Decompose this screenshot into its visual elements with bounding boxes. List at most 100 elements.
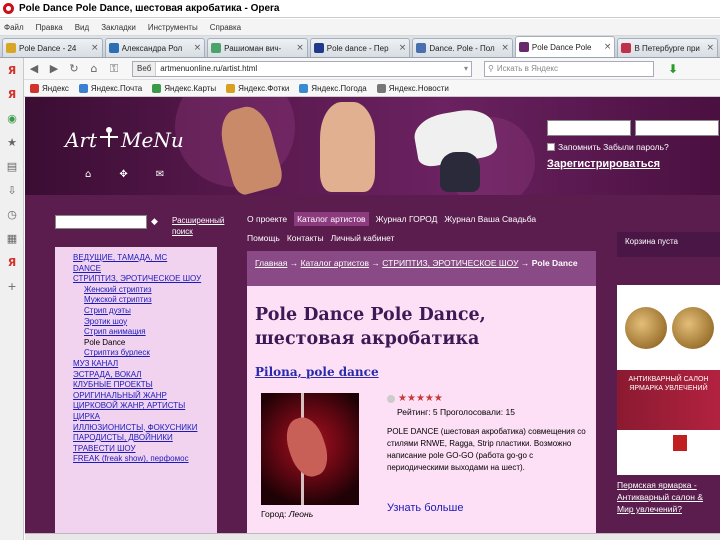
category-subitem[interactable]: Стрип дуэты [73,306,217,317]
category-item[interactable]: ИЛЛЮЗИОНИСТЫ, ФОКУСНИКИ [73,423,217,434]
category-item[interactable]: ВЕДУЩИЕ, ТАМАДА, МС [73,253,217,264]
bookmarks-icon[interactable]: Я [0,82,24,106]
sitemap-icon[interactable]: ✥ [119,169,127,180]
yandex-mail-icon[interactable]: Я [0,250,24,274]
remember-me[interactable]: Запомнить Забыли пароль? [547,142,669,152]
star-icon[interactable]: ★ [0,130,24,154]
category-item[interactable]: МУЗ КАНАЛ [73,359,217,370]
tab-close-icon[interactable]: × [296,43,304,53]
bookmark-item[interactable]: Яндекс [30,83,69,93]
download-arrow-icon[interactable]: ⬇ [668,62,680,76]
home-icon[interactable]: ⌂ [84,60,104,78]
nav-account[interactable]: Личный кабинет [331,231,395,245]
breadcrumb-catalog[interactable]: Каталог артистов [301,258,369,268]
ad-link[interactable]: Пермская ярмарка - Антикварный салон & М… [617,479,720,515]
bookmark-item[interactable]: Яндекс.Карты [152,83,216,93]
tab-close-icon[interactable]: × [91,43,99,53]
bookmark-item[interactable]: Яндекс.Погода [299,83,367,93]
web-search-field[interactable]: ⚲ Искать в Яндекс [484,60,654,77]
browser-tab[interactable]: Pole Dance - 24 × [2,38,103,57]
history-icon[interactable]: ◷ [0,202,24,226]
rating-star-icon[interactable]: ★ [407,393,416,404]
tab-close-icon[interactable]: × [399,43,407,53]
category-subitem[interactable]: Pole Dance [73,338,217,349]
tab-close-icon[interactable]: × [604,42,612,52]
nav-help[interactable]: Помощь [247,231,280,245]
menu-edit[interactable]: Правка [36,23,63,32]
category-item[interactable]: ЦИРКА [73,412,217,423]
menu-bookmarks[interactable]: Закладки [101,23,136,32]
browser-tab[interactable]: Александра Рол × [104,38,206,57]
nav-magazine-wedding[interactable]: Журнал Ваша Свадьба [444,212,536,226]
browser-tab[interactable]: Dance. Pole - Пол × [412,38,513,57]
bookmark-item[interactable]: Яндекс.Новости [376,83,449,93]
remember-checkbox[interactable] [547,143,555,151]
tab-close-icon[interactable]: × [707,43,715,53]
menu-view[interactable]: Вид [75,23,89,32]
rating-reset-icon[interactable] [387,394,395,403]
category-subitem[interactable]: Эротик шоу [73,317,217,328]
browser-tab[interactable]: Рашиоман вич- × [207,38,308,57]
rating-star-icon[interactable]: ★ [425,393,434,404]
category-item[interactable]: КЛУБНЫЕ ПРОЕКТЫ [73,380,217,391]
home-icon[interactable]: ⌂ [85,169,91,180]
notes-icon[interactable]: ▤ [0,154,24,178]
nav-magazine-city[interactable]: Журнал ГОРОД [376,212,438,226]
menu-help[interactable]: Справка [210,23,241,32]
back-icon[interactable]: ◀ [24,60,44,78]
category-item[interactable]: ОРИГИНАЛЬНЫЙ ЖАНР [73,391,217,402]
horizontal-scrollbar[interactable] [25,533,720,540]
login-username-input[interactable] [547,120,631,136]
reload-icon[interactable]: ↻ [64,60,84,78]
category-subitem[interactable]: Мужской стриптиз [73,295,217,306]
speed-dial-icon[interactable]: ◉ [0,106,24,130]
category-item[interactable]: ЦИРКОВОЙ ЖАНР, АРТИСТЫ [73,401,217,412]
key-icon[interactable]: ⚿ [104,60,124,78]
nav-catalog[interactable]: Каталог артистов [294,211,369,226]
register-link[interactable]: Зарегистрироваться [547,158,660,170]
category-item[interactable]: DANCE [73,264,217,275]
rating-stars[interactable]: ★ ★ ★ ★ ★ [387,393,443,404]
browser-tab[interactable]: Pole dance - Пер × [309,38,411,57]
tab-close-icon[interactable]: × [194,43,202,53]
address-url[interactable]: artmenuonline.ru/artist.html [156,64,464,73]
category-subitem[interactable]: Стрип анимация [73,327,217,338]
forward-icon[interactable]: ▶ [44,60,64,78]
menu-file[interactable]: Файл [4,23,24,32]
nav-contacts[interactable]: Контакты [287,231,324,245]
nav-about[interactable]: О проекте [247,212,287,226]
tab-close-icon[interactable]: × [501,43,509,53]
rating-star-icon[interactable]: ★ [434,393,443,404]
learn-more-link[interactable]: Узнать больше [387,502,463,514]
menu-tools[interactable]: Инструменты [148,23,198,32]
ad-banner[interactable]: АНТИКВАРНЫЙ САЛОН ЯРМАРКА УВЛЕЧЕНИЙ [617,285,720,475]
artist-photo[interactable] [261,393,359,505]
bookmark-star-icon[interactable]: ▾ [464,64,471,73]
browser-tab[interactable]: В Петербурге при × [617,38,719,57]
address-bar[interactable]: Веб artmenuonline.ru/artist.html ▾ [132,60,472,77]
panels-icon[interactable]: ▦ [0,226,24,250]
remember-label[interactable]: Запомнить Забыли пароль? [558,142,669,152]
login-password-input[interactable] [635,120,719,136]
rating-star-icon[interactable]: ★ [416,393,425,404]
breadcrumb-home[interactable]: Главная [255,258,287,268]
category-item[interactable]: ТРАВЕСТИ ШОУ [73,444,217,455]
yandex-icon[interactable]: Я [0,58,24,82]
search-go-icon[interactable]: ◆ [151,217,158,227]
advanced-search-link[interactable]: Расширенный поиск [172,215,234,237]
site-logo[interactable]: Art MeNu [65,127,184,153]
site-search-input[interactable] [55,215,147,229]
bookmark-item[interactable]: Яндекс.Почта [78,83,142,93]
add-panel-icon[interactable]: + [0,274,24,298]
browser-tab-active[interactable]: Pole Dance Pole × [514,36,616,57]
breadcrumb-category[interactable]: СТРИПТИЗ, ЭРОТИЧЕСКОЕ ШОУ [382,258,518,268]
shopping-cart[interactable]: Корзина пуста [617,232,720,257]
artist-subtitle-link[interactable]: Pilona, pole dance [255,365,379,379]
downloads-icon[interactable]: ⇩ [0,178,24,202]
rating-star-icon[interactable]: ★ [398,393,407,404]
category-item[interactable]: FREAK (freak show), перфомос [73,454,217,465]
category-item[interactable]: СТРИПТИЗ, ЭРОТИЧЕСКОЕ ШОУ [73,274,217,285]
bookmark-item[interactable]: Яндекс.Фотки [226,83,289,93]
mail-icon[interactable]: ✉ [156,169,164,180]
category-item[interactable]: ЭСТРАДА, ВОКАЛ [73,370,217,381]
